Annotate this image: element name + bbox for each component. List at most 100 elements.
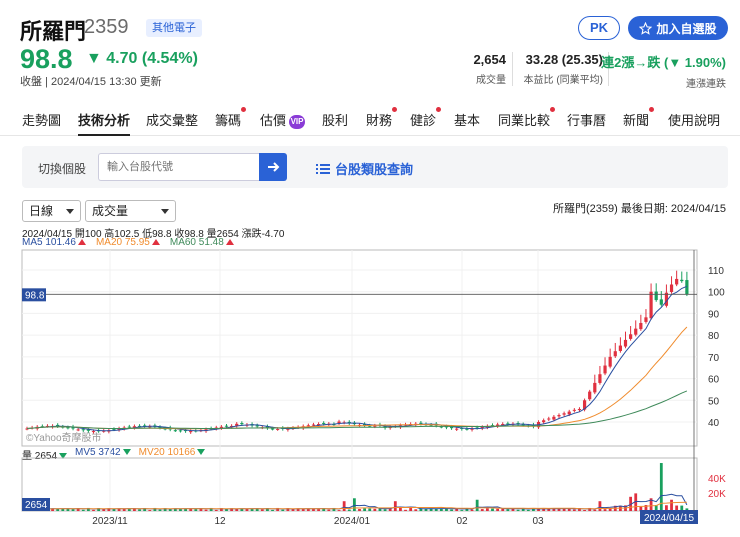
volume-bar [363,508,367,511]
candle-body [572,409,576,411]
price-tick-label: 60 [708,375,720,386]
volume-bar [470,509,474,511]
candle-body [603,365,607,374]
volume-bar [414,509,418,511]
candle-body [654,291,658,301]
volume-bar [399,507,402,511]
candle-body [542,420,546,423]
volume-bar [562,508,566,511]
x-tick-label: 02 [456,516,468,527]
ma20-line [26,326,688,430]
candle-body [598,374,602,383]
price-tick-label: 100 [708,288,725,299]
candle-body [639,322,643,330]
candle-body [659,299,663,305]
candle-body [608,356,612,367]
price-tick-label: 110 [708,266,724,277]
volume-tick-label: 20K [708,489,726,500]
volume-bar [327,509,331,511]
volume-bar [485,508,489,511]
candle-body [588,391,592,400]
candle-body [240,423,244,425]
volume-bar [281,509,285,511]
price-tick-label: 80 [708,331,720,342]
candle-body [76,429,80,431]
candle-body [629,334,633,339]
volume-tick-label: 40K [708,474,726,485]
volume-bar [516,509,520,511]
price-panel [21,249,698,447]
candle-body [322,422,326,424]
candle-body [547,418,551,420]
volume-bar [317,509,320,511]
volume-bar [204,509,208,511]
volume-bar [271,509,274,511]
mv20-line [26,501,687,511]
price-tick-label: 50 [708,396,720,407]
candle-body [567,411,571,415]
volume-bar [214,509,218,511]
watermark: ©Yahoo奇摩股市 [26,431,102,444]
candle-body [552,416,556,420]
candle-body [189,431,193,433]
volume-bar [383,509,387,511]
candle-body [224,425,229,427]
candle-body [577,408,582,411]
price-tick-label: 40 [708,418,720,429]
volume-bar [491,508,494,511]
current-volume-label: 2654 [25,500,48,511]
candle-body [311,424,316,426]
volume-bar [404,509,407,511]
volume-bar [347,509,351,511]
volume-bar [158,509,162,511]
volume-bar [475,499,479,511]
candle-body [127,426,131,428]
candle-body [613,351,617,357]
candle-body [91,431,96,433]
volume-bar [670,499,673,511]
volume-bar [583,510,586,511]
ma5-line [26,285,688,432]
volume-bar [537,509,540,511]
candle-body [465,428,469,430]
stock-chart[interactable]: 110 100 90 80 70 60 50 40 2023/11 12 2024/01 02 03 40… [0,0,740,537]
volume-bar [358,509,361,511]
candle-body [675,278,679,285]
volume-bar [373,508,377,511]
volume-bar [337,510,341,511]
candle-body [649,291,653,319]
volume-bar [92,509,95,511]
volume-bar [225,509,228,511]
volume-bar [506,509,510,511]
price-tick-label: 90 [708,309,720,320]
volume-bar [368,508,372,511]
x-tick-label: 2024/01 [334,516,371,527]
volume-bar [450,509,453,511]
candle-body [669,284,674,292]
volume-bar [593,509,597,511]
volume-bar [127,508,131,511]
volume-panel [21,457,698,512]
candle-body [66,427,70,429]
candle-body [623,339,628,347]
volume-bar [496,508,500,511]
volume-bar [598,501,602,511]
candle-body [644,317,648,322]
x-tick-label: 03 [532,516,544,527]
candle-body [178,430,183,432]
volume-bar [603,509,607,511]
volume-bar [439,509,443,511]
candle-body [455,428,459,430]
candle-body [81,429,85,431]
volume-bar [102,509,106,511]
x-tick-label: 12 [214,516,226,527]
volume-bar [393,501,397,511]
candle-body [173,430,177,432]
candle-body [270,428,275,430]
candle-body [419,422,423,424]
candle-body [276,428,280,430]
candle-body [618,345,622,351]
volume-bar [460,510,464,511]
volume-bar [352,498,356,511]
volume-bar [81,509,85,511]
